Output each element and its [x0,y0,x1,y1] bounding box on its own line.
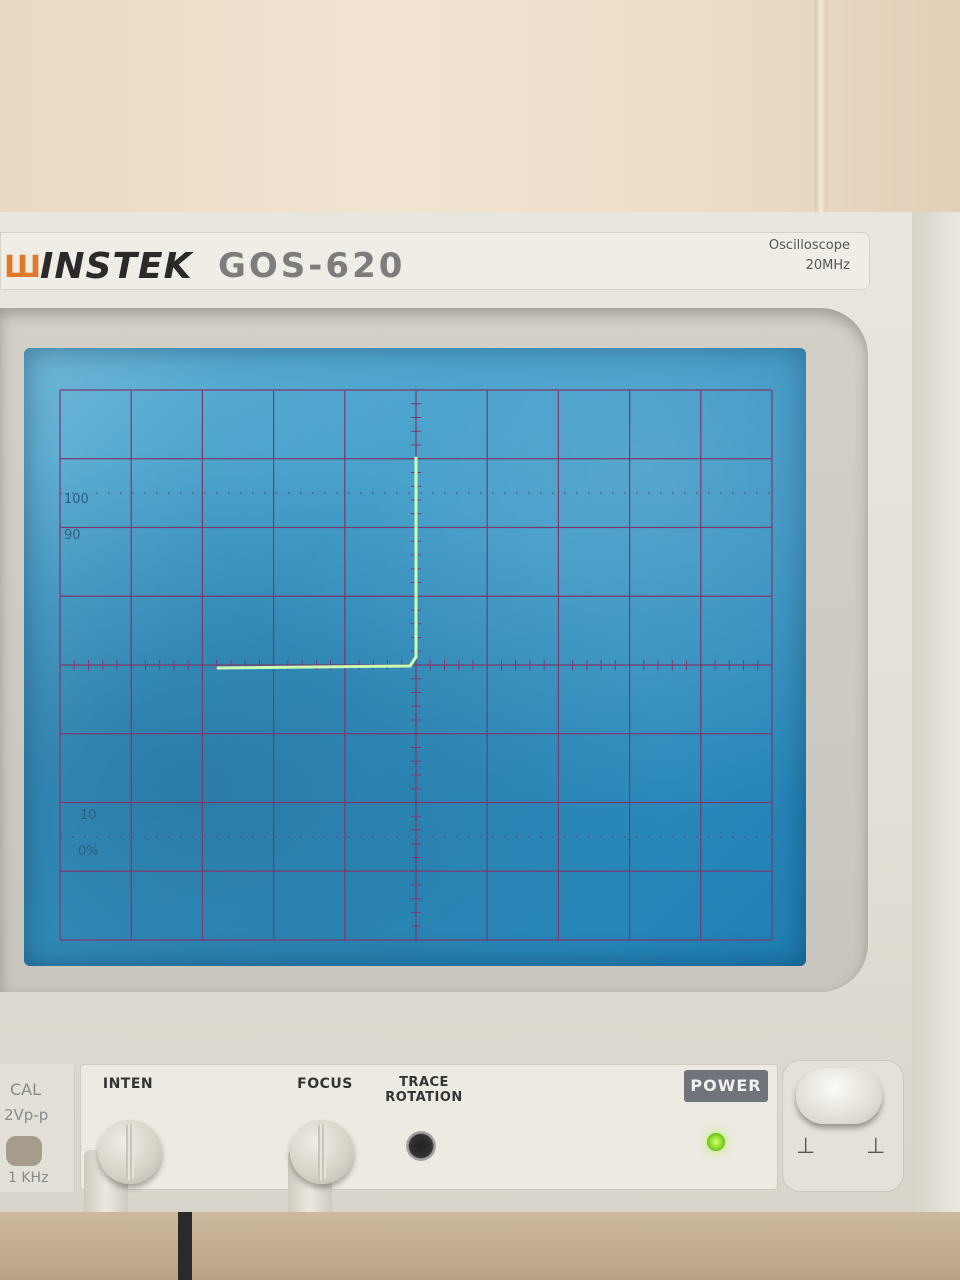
label-100: 100 [64,492,89,507]
brand-logo-icon: Ш [4,250,41,285]
inten-knob[interactable] [98,1120,162,1184]
device-type: Oscilloscope [768,238,850,253]
trace-label: TRACE [399,1075,449,1090]
rotation-label: ROTATION [385,1090,463,1105]
cal-terminal-icon[interactable] [6,1136,42,1166]
power-button[interactable] [796,1068,882,1124]
device-bandwidth: 20MHz [805,258,850,273]
power-cable [178,1212,192,1280]
brand-name: INSTEK [40,246,193,287]
graticule [59,389,773,941]
trace-rotation-label: TRACE ROTATION [376,1075,472,1105]
device-spec: Oscilloscope 20MHz [769,236,850,276]
label-0-percent: 0% [78,844,99,859]
cal-frequency: 1 KHz [8,1170,49,1186]
cal-block: CAL 2Vp-p 1 KHz [0,1064,75,1192]
crt-screen: 100 90 10 0% [24,348,806,966]
focus-label: FOCUS [297,1076,353,1092]
cabinet-side [912,212,960,1212]
focus-knob[interactable] [290,1120,354,1184]
cal-value: 2Vp-p [4,1106,49,1124]
inten-label: INTEN [102,1076,154,1092]
model-name: GOS-620 [218,246,406,286]
wall-corner [815,0,827,230]
label-90: 90 [64,528,81,543]
table-surface [0,1212,960,1280]
cal-label: CAL [10,1080,42,1099]
label-10: 10 [80,808,97,823]
signal-trace [216,456,418,670]
power-label: POWER [684,1070,768,1102]
power-switch-symbols: ⊥ ⊥ [796,1134,908,1159]
trace-rotation-adjuster[interactable] [406,1131,436,1161]
power-led-icon [707,1133,725,1151]
